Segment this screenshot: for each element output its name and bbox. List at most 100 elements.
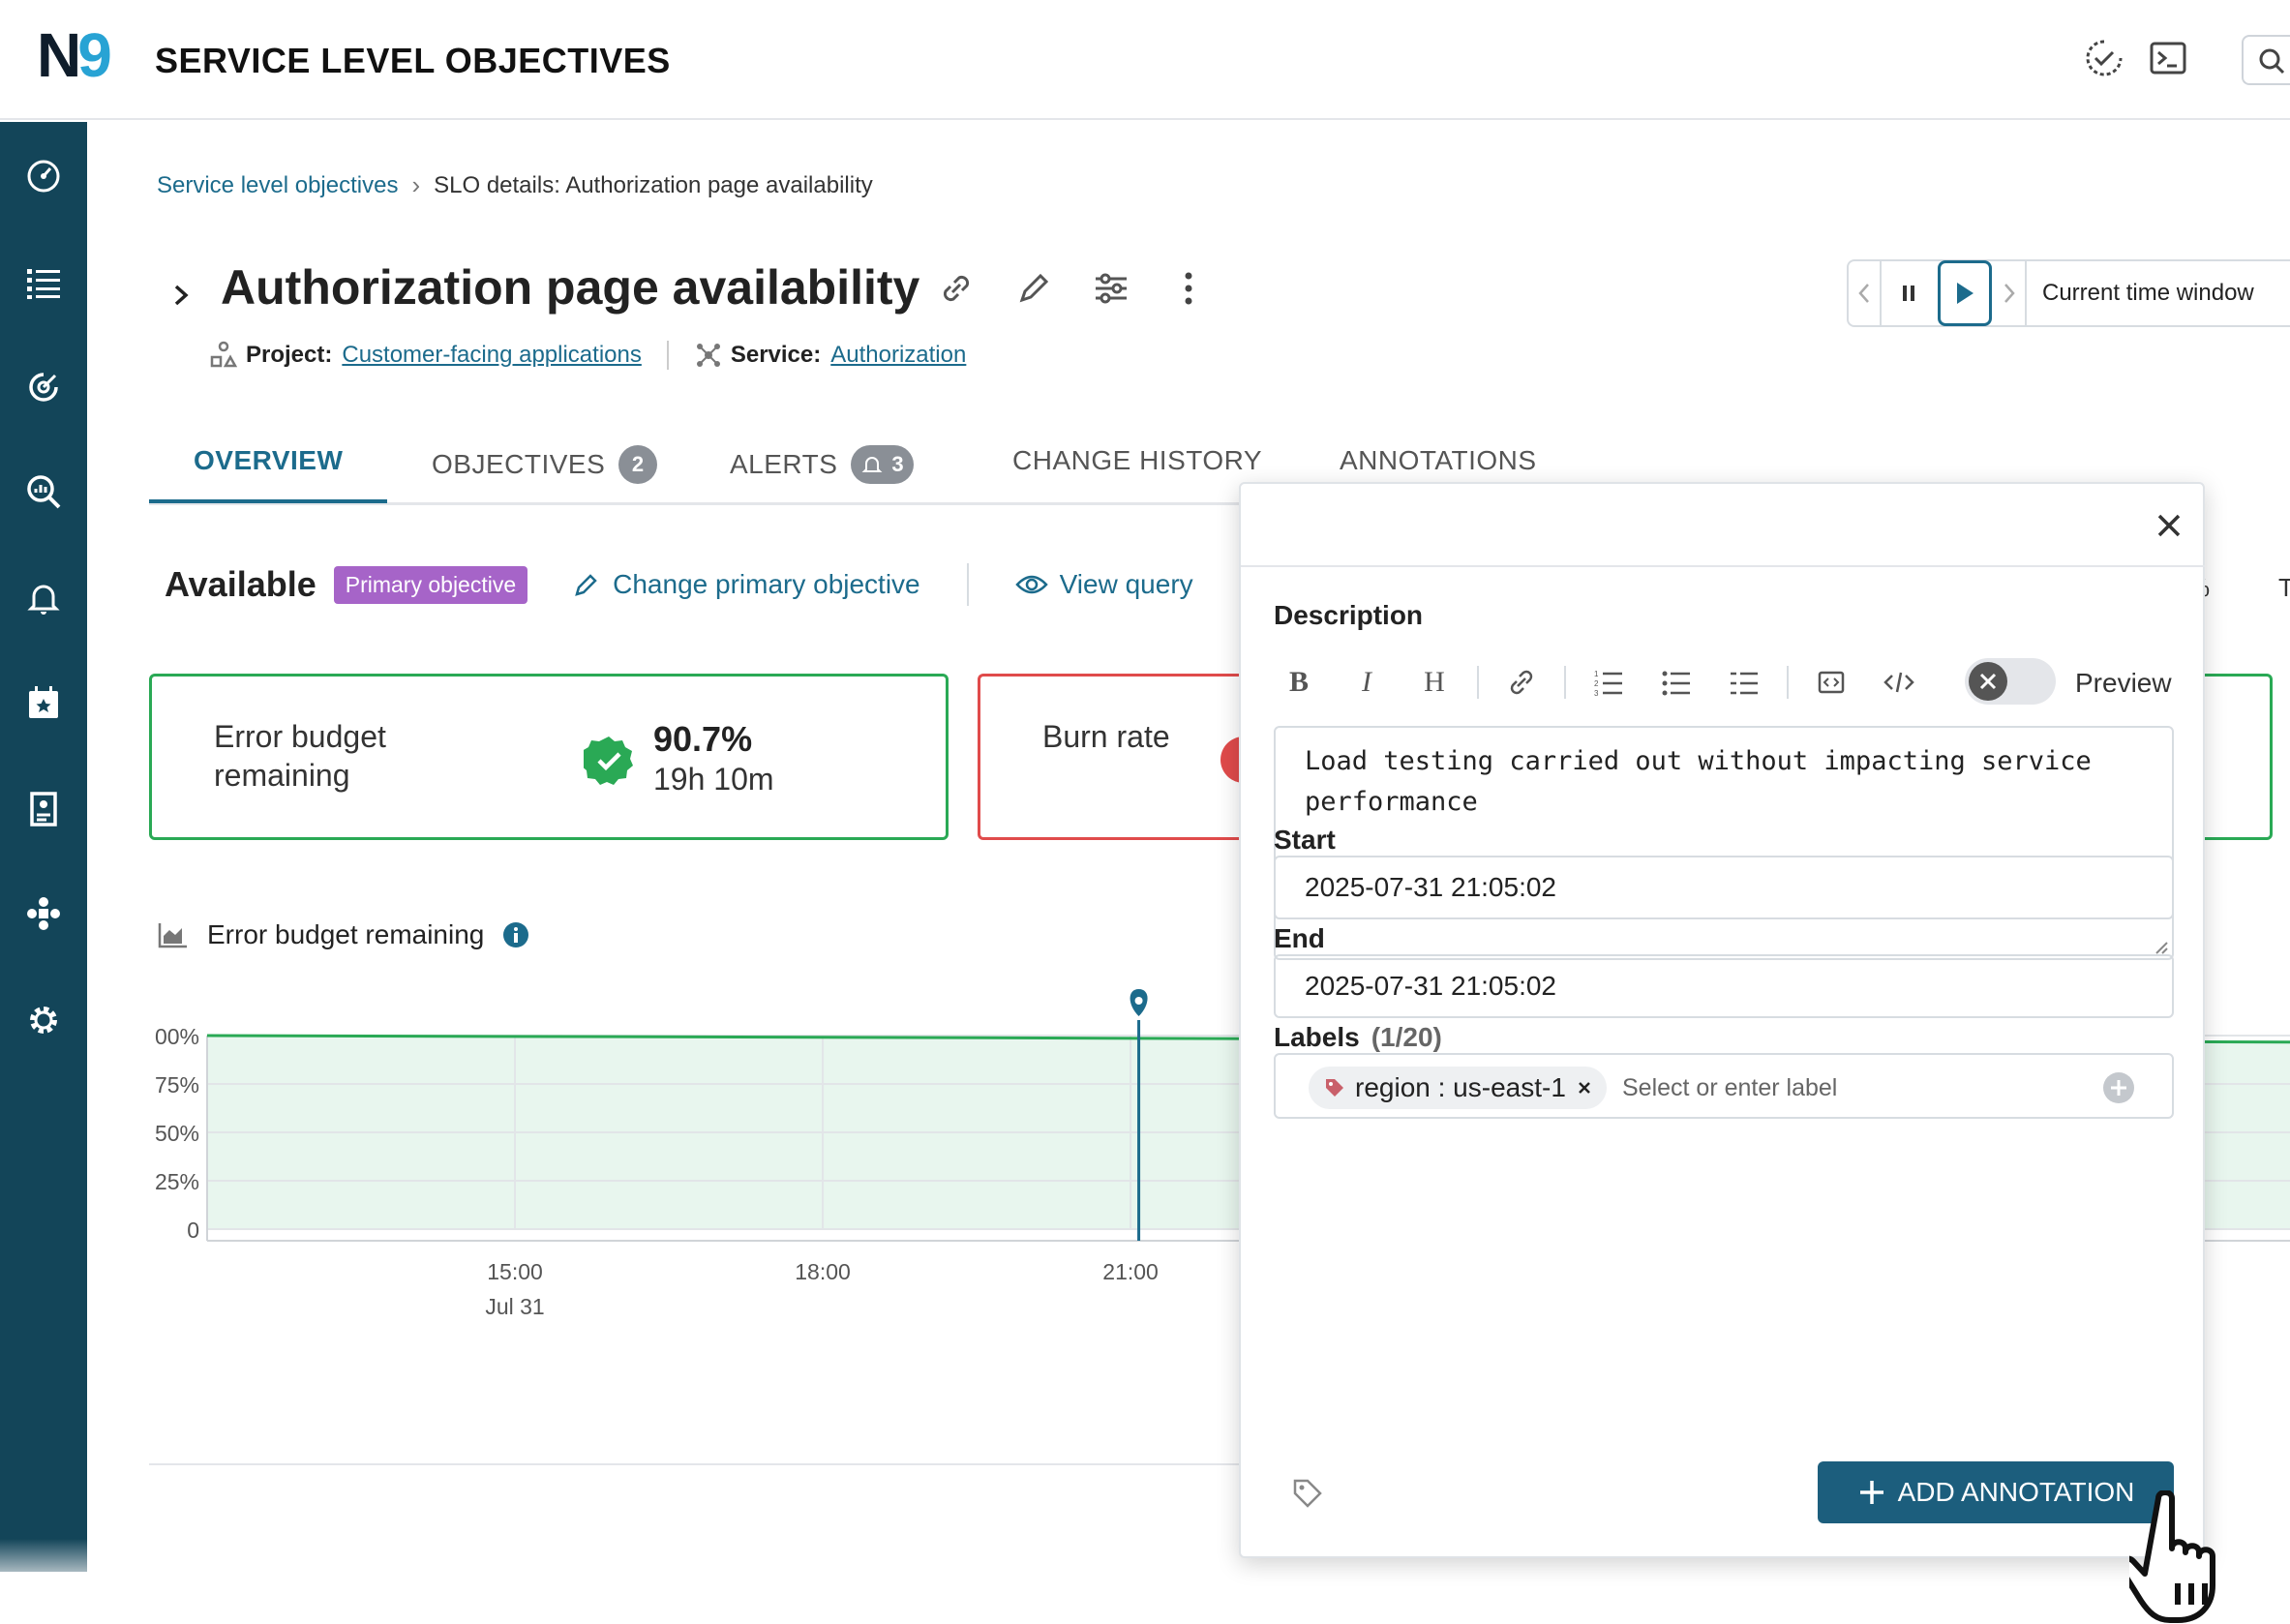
preview-label: Preview xyxy=(2075,668,2172,698)
top-header: N9 SERVICE LEVEL OBJECTIVES xyxy=(0,0,2290,120)
tab-alerts[interactable]: ALERTS 3 xyxy=(730,445,915,484)
heading-icon[interactable]: H xyxy=(1409,658,1460,707)
tag-icon xyxy=(1326,1079,1343,1097)
view-query-button[interactable]: View query xyxy=(1014,569,1193,600)
x-tick-date-label: Jul 31 xyxy=(485,1294,544,1319)
integrations-icon[interactable] xyxy=(24,894,63,933)
start-datetime-input[interactable]: 2025-07-31 21:05:02 xyxy=(1274,856,2174,919)
tab-objectives[interactable]: OBJECTIVES 2 xyxy=(432,445,658,484)
end-datetime-input[interactable]: 2025-07-31 21:05:02 xyxy=(1274,954,2174,1018)
pencil-icon xyxy=(575,574,597,596)
play-button[interactable] xyxy=(1938,260,1992,326)
code-icon[interactable] xyxy=(1874,658,1924,707)
change-primary-objective-button[interactable]: Change primary objective xyxy=(572,569,920,600)
terminal-icon[interactable] xyxy=(2147,37,2189,79)
check-circle-icon[interactable] xyxy=(2083,37,2125,79)
tab-label: ANNOTATIONS xyxy=(1340,445,1537,475)
more-vertical-icon[interactable] xyxy=(1167,267,1210,310)
time-window-select[interactable]: Current time window xyxy=(2027,280,2254,307)
toolbar-divider xyxy=(1564,666,1566,699)
search-icon xyxy=(2259,48,2285,75)
sidebar xyxy=(0,122,87,1572)
bell-icon xyxy=(862,457,883,472)
play-icon xyxy=(1957,283,1974,304)
view-query-label: View query xyxy=(1059,569,1193,599)
end-label: End xyxy=(1274,923,1325,953)
service-link[interactable]: Authorization xyxy=(830,342,966,369)
svg-text:1: 1 xyxy=(1594,670,1599,678)
section-divider xyxy=(149,1463,1243,1465)
bullet-list-icon[interactable] xyxy=(1651,658,1702,707)
project-icon xyxy=(210,341,238,368)
time-next-button[interactable] xyxy=(1994,261,2027,325)
eye-icon xyxy=(1014,575,1048,594)
remove-label-icon[interactable] xyxy=(1576,1079,1593,1097)
italic-icon[interactable]: I xyxy=(1341,658,1392,707)
ordered-list-icon[interactable]: 123 xyxy=(1583,658,1634,707)
plus-icon xyxy=(1859,1481,1883,1504)
slo-target-icon[interactable] xyxy=(24,368,63,406)
breadcrumb: Service level objectives › SLO details: … xyxy=(157,170,873,200)
x-tick-label: 15:00 xyxy=(487,1259,543,1284)
row-divider xyxy=(966,563,969,606)
search-analytics-icon[interactable] xyxy=(24,472,63,511)
time-prev-button[interactable] xyxy=(1849,261,1882,325)
error-budget-value: 90.7% xyxy=(653,719,753,759)
link-icon[interactable] xyxy=(935,267,978,310)
tag-outline-icon[interactable] xyxy=(1291,1477,1324,1510)
time-window-control: Current time window xyxy=(1847,259,2290,327)
close-icon[interactable] xyxy=(2153,509,2185,542)
checklist-icon[interactable] xyxy=(1719,658,1769,707)
project-link[interactable]: Customer-facing applications xyxy=(342,342,641,369)
sliders-icon[interactable] xyxy=(1090,267,1132,310)
tab-label: OVERVIEW xyxy=(194,445,344,475)
tab-overview[interactable]: OVERVIEW xyxy=(194,445,343,476)
description-label: Description xyxy=(1274,600,1424,630)
add-label-icon[interactable] xyxy=(2102,1071,2135,1104)
breadcrumb-current: SLO details: Authorization page availabi… xyxy=(434,171,873,198)
verified-check-icon xyxy=(584,737,633,785)
labels-count: (1/20) xyxy=(1371,1022,1442,1052)
tab-label: ALERTS xyxy=(730,449,838,479)
app-title: SERVICE LEVEL OBJECTIVES xyxy=(155,41,671,80)
link-icon[interactable] xyxy=(1496,658,1547,707)
chevron-right-icon[interactable] xyxy=(170,279,194,312)
description-textarea[interactable]: Load testing carried out without impacti… xyxy=(1274,726,2174,960)
primary-objective-tag: Primary objective xyxy=(333,565,528,604)
objective-name: Available xyxy=(165,564,316,604)
tab-change-history[interactable]: CHANGE HISTORY xyxy=(1012,445,1262,476)
modal-header xyxy=(1241,484,2205,567)
y-tick-label: 100% xyxy=(155,1024,199,1049)
bold-icon[interactable]: B xyxy=(1274,658,1324,707)
nobl9-logo[interactable]: N9 xyxy=(37,19,112,91)
alert-bell-icon[interactable] xyxy=(24,579,63,617)
partial-text: T xyxy=(2278,573,2290,602)
resize-grip-icon[interactable] xyxy=(2151,937,2168,954)
preview-toggle[interactable] xyxy=(1965,658,2056,705)
add-annotation-button[interactable]: ADD ANNOTATION xyxy=(1818,1461,2174,1523)
label-chip: region : us-east-1 xyxy=(1309,1067,1607,1109)
meta-divider xyxy=(666,341,669,370)
labels-input[interactable]: region : us-east-1 Select or enter label xyxy=(1274,1053,2174,1119)
pause-button[interactable] xyxy=(1882,261,1936,325)
calendar-star-icon[interactable] xyxy=(24,683,63,722)
edit-pencil-icon[interactable] xyxy=(1012,267,1055,310)
svg-text:3: 3 xyxy=(1594,689,1599,698)
breadcrumb-root-link[interactable]: Service level objectives xyxy=(157,172,398,199)
info-icon[interactable] xyxy=(501,920,530,949)
tab-annotations[interactable]: ANNOTATIONS xyxy=(1340,445,1537,476)
toolbar-divider xyxy=(1477,666,1479,699)
label-chip-text: region : us-east-1 xyxy=(1355,1072,1566,1102)
list-icon[interactable] xyxy=(24,263,63,302)
x-tick-label: 21:00 xyxy=(1102,1259,1159,1284)
dashboard-icon[interactable] xyxy=(24,157,63,195)
search-input[interactable] xyxy=(2242,35,2290,85)
tab-label: OBJECTIVES xyxy=(432,449,606,479)
report-icon[interactable] xyxy=(24,790,63,828)
alerts-count-badge: 3 xyxy=(851,445,915,484)
service-icon xyxy=(696,344,720,367)
settings-gear-icon[interactable] xyxy=(24,1001,63,1039)
code-block-icon[interactable] xyxy=(1806,658,1856,707)
tab-label: CHANGE HISTORY xyxy=(1012,445,1263,475)
change-primary-label: Change primary objective xyxy=(613,569,920,599)
